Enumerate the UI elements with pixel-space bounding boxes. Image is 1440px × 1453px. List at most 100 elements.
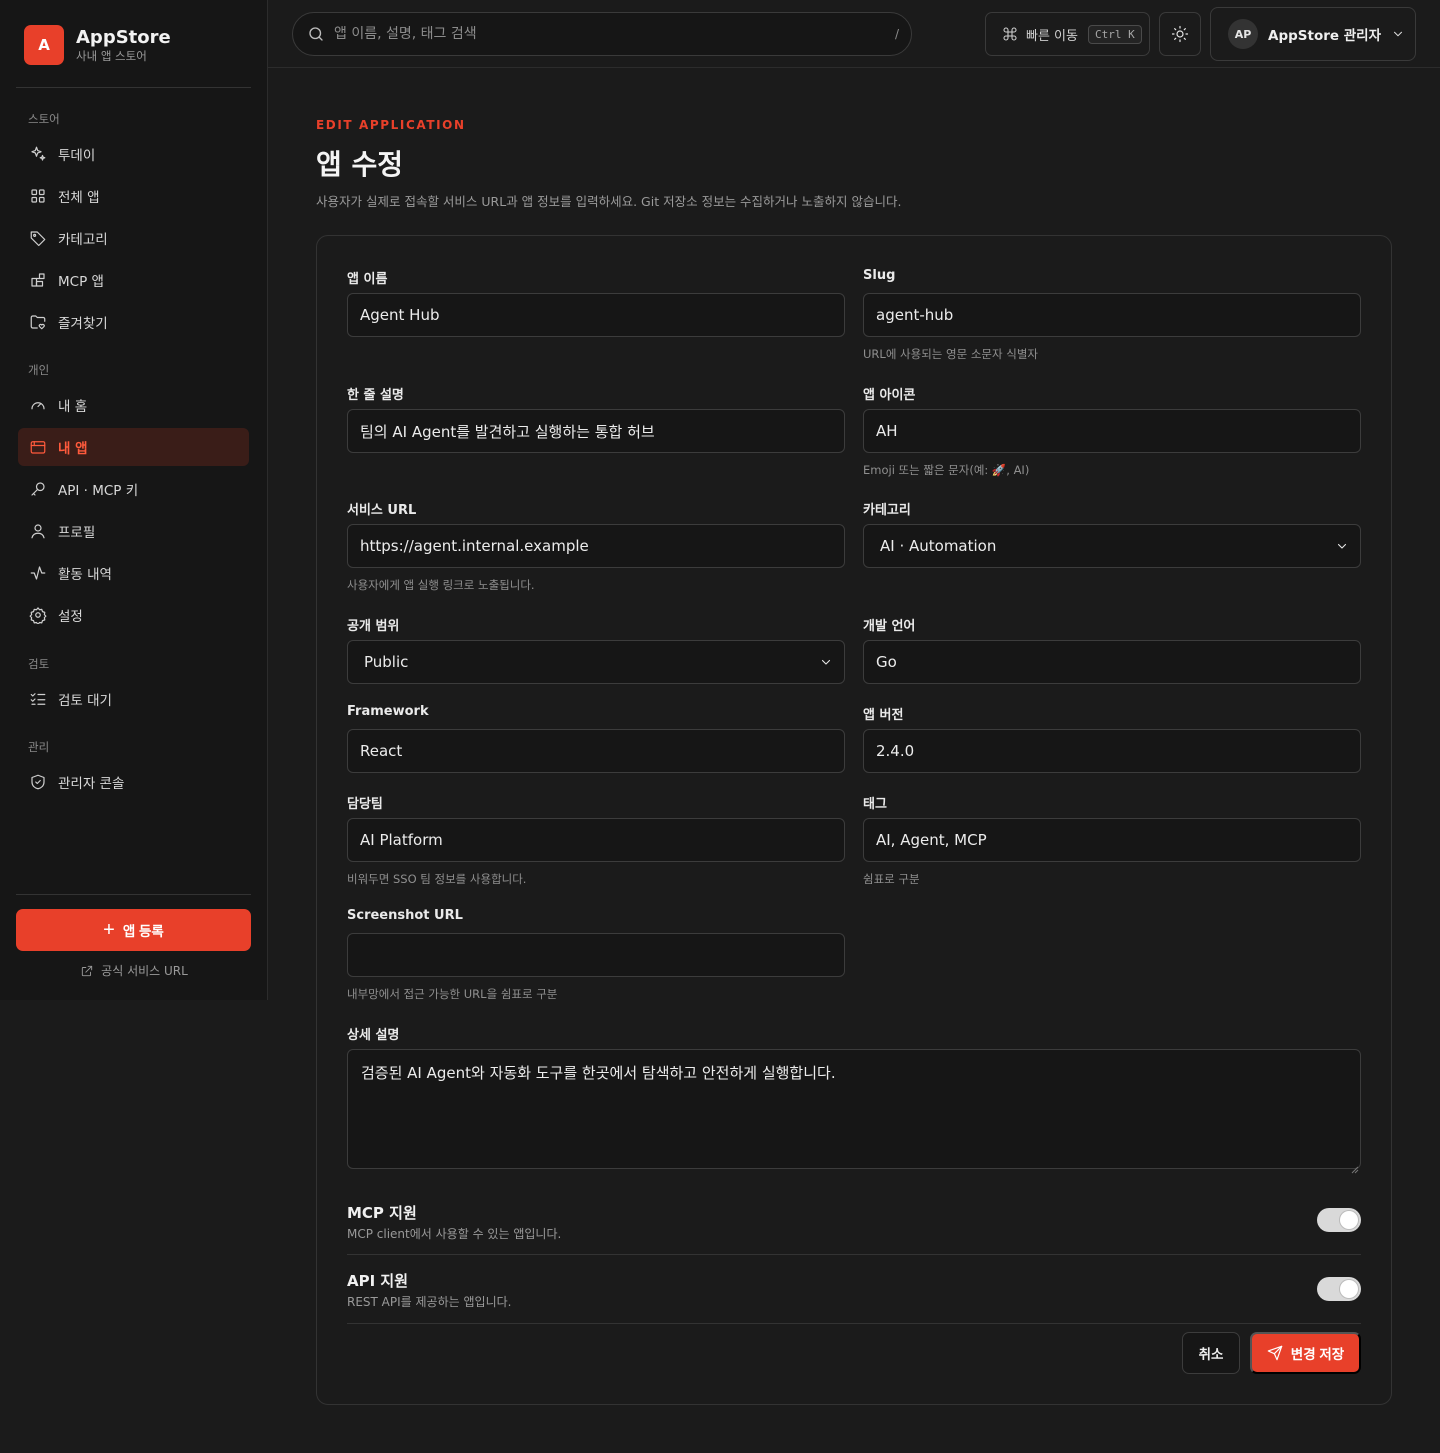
tags-hint: 쉼표로 구분 [863, 872, 920, 886]
activity-icon [30, 566, 46, 580]
resize-handle-icon[interactable] [1351, 1159, 1359, 1174]
api-support-toggle[interactable] [1317, 1277, 1361, 1301]
team-label: 담당팀 [347, 797, 383, 812]
search-box[interactable]: / [292, 12, 912, 56]
app-window-icon [30, 441, 46, 454]
slug-hint: URL에 사용되는 영문 소문자 식별자 [863, 347, 1038, 361]
theme-toggle-button[interactable] [1159, 12, 1201, 56]
gear-icon [29, 607, 47, 624]
sun-icon [1171, 25, 1189, 43]
sidebar-item-profile[interactable]: 프로필 [18, 512, 249, 550]
sidebar-item-api-keys[interactable]: API · MCP 키 [18, 470, 249, 508]
visibility-select[interactable]: Public [347, 640, 845, 684]
brand-name: AppStore [76, 27, 171, 48]
language-input[interactable] [863, 640, 1361, 684]
gauge-icon [31, 402, 45, 410]
service-url-label: 서비스 URL [347, 503, 417, 518]
tags-label: 태그 [863, 797, 887, 812]
grid-icon [31, 189, 45, 203]
toggle-knob [1340, 1280, 1358, 1298]
app-icon-input[interactable] [863, 409, 1361, 453]
page-description: 사용자가 실제로 접속할 서비스 URL과 앱 정보를 입력하세요. Git 저… [316, 194, 902, 209]
search-icon [309, 27, 323, 41]
sidebar-item-settings[interactable]: 설정 [18, 596, 249, 634]
official-service-url-link[interactable]: 공식 서비스 URL [0, 962, 268, 979]
sidebar-item-my-home[interactable]: 내 홈 [18, 386, 249, 424]
sidebar: A AppStore 사내 앱 스토어 스토어 투데이 전체 앱 카테고리 MC… [0, 0, 268, 1000]
list-checks-icon [30, 693, 46, 705]
sidebar-item-today[interactable]: 투데이 [18, 135, 249, 173]
brand[interactable]: A AppStore 사내 앱 스토어 [24, 25, 171, 65]
sidebar-section-admin: 관리 [28, 740, 50, 754]
slug-input[interactable] [863, 293, 1361, 337]
visibility-label: 공개 범위 [347, 619, 400, 634]
tag-icon [30, 231, 46, 247]
sidebar-item-label: 전체 앱 [58, 190, 100, 206]
sidebar-item-all-apps[interactable]: 전체 앱 [18, 177, 249, 215]
quick-nav-button[interactable]: 빠른 이동 Ctrl K [985, 12, 1150, 56]
cancel-button[interactable]: 취소 [1182, 1332, 1240, 1374]
framework-input[interactable] [347, 729, 845, 773]
user-menu-button[interactable]: AP AppStore 관리자 [1210, 7, 1416, 61]
sidebar-item-my-apps[interactable]: 내 앱 [18, 428, 249, 466]
brand-subtitle: 사내 앱 스토어 [76, 49, 147, 63]
sidebar-item-label: 즐겨찾기 [58, 316, 108, 332]
sidebar-item-review-queue[interactable]: 검토 대기 [18, 680, 249, 718]
avatar: AP [1228, 19, 1258, 49]
key-icon [31, 482, 45, 496]
search-input[interactable] [334, 26, 874, 42]
summary-label: 한 줄 설명 [347, 388, 404, 403]
edit-app-form: 앱 이름 Slug URL에 사용되는 영문 소문자 식별자 한 줄 설명 앱 … [316, 235, 1392, 1405]
description-textarea[interactable]: 검증된 AI Agent와 자동화 도구를 한곳에서 탐색하고 안전하게 실행합… [347, 1049, 1361, 1169]
api-support-title: API 지원 [347, 1272, 409, 1290]
sidebar-divider [16, 87, 251, 88]
sidebar-item-category[interactable]: 카테고리 [18, 219, 249, 257]
sidebar-section-personal: 개인 [28, 363, 50, 377]
screenshot-url-hint: 내부망에서 접근 가능한 URL을 쉼표로 구분 [347, 987, 558, 1001]
sidebar-section-store: 스토어 [28, 112, 60, 126]
sidebar-item-admin-console[interactable]: 관리자 콘솔 [18, 763, 249, 801]
category-selected-value: AI · Automation [880, 537, 997, 555]
sidebar-item-label: 프로필 [58, 525, 96, 541]
user-name: AppStore 관리자 [1268, 28, 1381, 44]
chevron-down-icon [821, 659, 831, 665]
mcp-support-title: MCP 지원 [347, 1204, 417, 1222]
sidebar-item-label: API · MCP 키 [58, 483, 139, 499]
mcp-support-toggle[interactable] [1317, 1208, 1361, 1232]
sidebar-item-label: 설정 [58, 609, 83, 625]
quick-nav-label: 빠른 이동 [1026, 28, 1078, 44]
row-divider [347, 1323, 1361, 1324]
row-divider [347, 1254, 1361, 1255]
save-changes-button[interactable]: 변경 저장 [1250, 1332, 1361, 1374]
sidebar-item-label: 관리자 콘솔 [58, 776, 125, 792]
description-label: 상세 설명 [347, 1028, 400, 1043]
app-name-input[interactable] [347, 293, 845, 337]
app-icon-hint: Emoji 또는 짧은 문자(예: 🚀, AI) [863, 463, 1030, 477]
language-label: 개발 언어 [863, 619, 916, 634]
page-title: 앱 수정 [316, 148, 404, 181]
version-input[interactable] [863, 729, 1361, 773]
brand-logo: A [24, 25, 64, 65]
chevron-down-icon [1337, 543, 1347, 549]
folder-heart-icon [30, 315, 46, 330]
sidebar-section-review: 검토 [28, 657, 50, 671]
chevron-down-icon [1393, 31, 1403, 37]
team-input[interactable] [347, 818, 845, 862]
command-icon [1003, 27, 1017, 41]
summary-input[interactable] [347, 409, 845, 453]
sidebar-item-activity[interactable]: 활동 내역 [18, 554, 249, 592]
service-url-input[interactable] [347, 524, 845, 568]
mcp-support-desc: MCP client에서 사용할 수 있는 앱입니다. [347, 1227, 562, 1241]
category-select[interactable]: AI · Automation [863, 524, 1361, 568]
framework-label: Framework [347, 704, 429, 719]
screenshot-url-input[interactable] [347, 933, 845, 977]
register-app-button[interactable]: + 앱 등록 [16, 909, 251, 951]
version-label: 앱 버전 [863, 708, 904, 723]
sidebar-item-favorites[interactable]: 즐겨찾기 [18, 303, 249, 341]
save-changes-label: 변경 저장 [1290, 1347, 1345, 1362]
page-eyebrow: EDIT APPLICATION [316, 118, 466, 132]
sidebar-item-label: MCP 앱 [58, 274, 104, 290]
app-name-label: 앱 이름 [347, 272, 388, 287]
sidebar-item-mcp-apps[interactable]: MCP 앱 [18, 261, 249, 299]
tags-input[interactable] [863, 818, 1361, 862]
